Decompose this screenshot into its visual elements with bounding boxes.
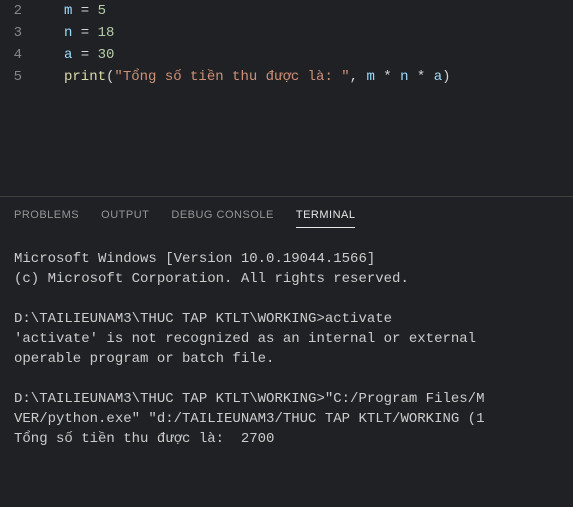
terminal-panel[interactable]: Microsoft Windows [Version 10.0.19044.15…: [0, 231, 573, 449]
terminal-line: Microsoft Windows [Version 10.0.19044.15…: [14, 249, 559, 269]
tab-problems[interactable]: PROBLEMS: [14, 209, 79, 227]
terminal-line: operable program or batch file.: [14, 349, 559, 369]
terminal-line: D:\TAILIEUNAM3\THUC TAP KTLT\WORKING>act…: [14, 309, 559, 329]
code-content[interactable]: a = 30: [40, 44, 114, 66]
panel-tabs: PROBLEMS OUTPUT DEBUG CONSOLE TERMINAL: [0, 197, 573, 231]
line-number: 5: [0, 66, 40, 88]
line-number: 4: [0, 44, 40, 66]
code-content[interactable]: print("Tổng số tiền thu được là: ", m * …: [40, 66, 451, 88]
code-editor[interactable]: 2m = 53n = 184a = 305print("Tổng số tiền…: [0, 0, 573, 88]
terminal-line: [14, 369, 559, 389]
code-content[interactable]: n = 18: [40, 22, 114, 44]
terminal-line: VER/python.exe" "d:/TAILIEUNAM3/THUC TAP…: [14, 409, 559, 429]
terminal-line: [14, 289, 559, 309]
code-line[interactable]: 2m = 5: [0, 0, 573, 22]
tab-debug-console[interactable]: DEBUG CONSOLE: [171, 209, 273, 227]
code-line[interactable]: 5print("Tổng số tiền thu được là: ", m *…: [0, 66, 573, 88]
terminal-line: (c) Microsoft Corporation. All rights re…: [14, 269, 559, 289]
terminal-line: 'activate' is not recognized as an inter…: [14, 329, 559, 349]
code-content[interactable]: m = 5: [40, 0, 106, 22]
code-line[interactable]: 4a = 30: [0, 44, 573, 66]
code-line[interactable]: 3n = 18: [0, 22, 573, 44]
line-number: 2: [0, 0, 40, 22]
terminal-line: Tổng số tiền thu được là: 2700: [14, 429, 559, 449]
terminal-line: D:\TAILIEUNAM3\THUC TAP KTLT\WORKING>"C:…: [14, 389, 559, 409]
tab-terminal[interactable]: TERMINAL: [296, 209, 356, 228]
line-number: 3: [0, 22, 40, 44]
tab-output[interactable]: OUTPUT: [101, 209, 149, 227]
